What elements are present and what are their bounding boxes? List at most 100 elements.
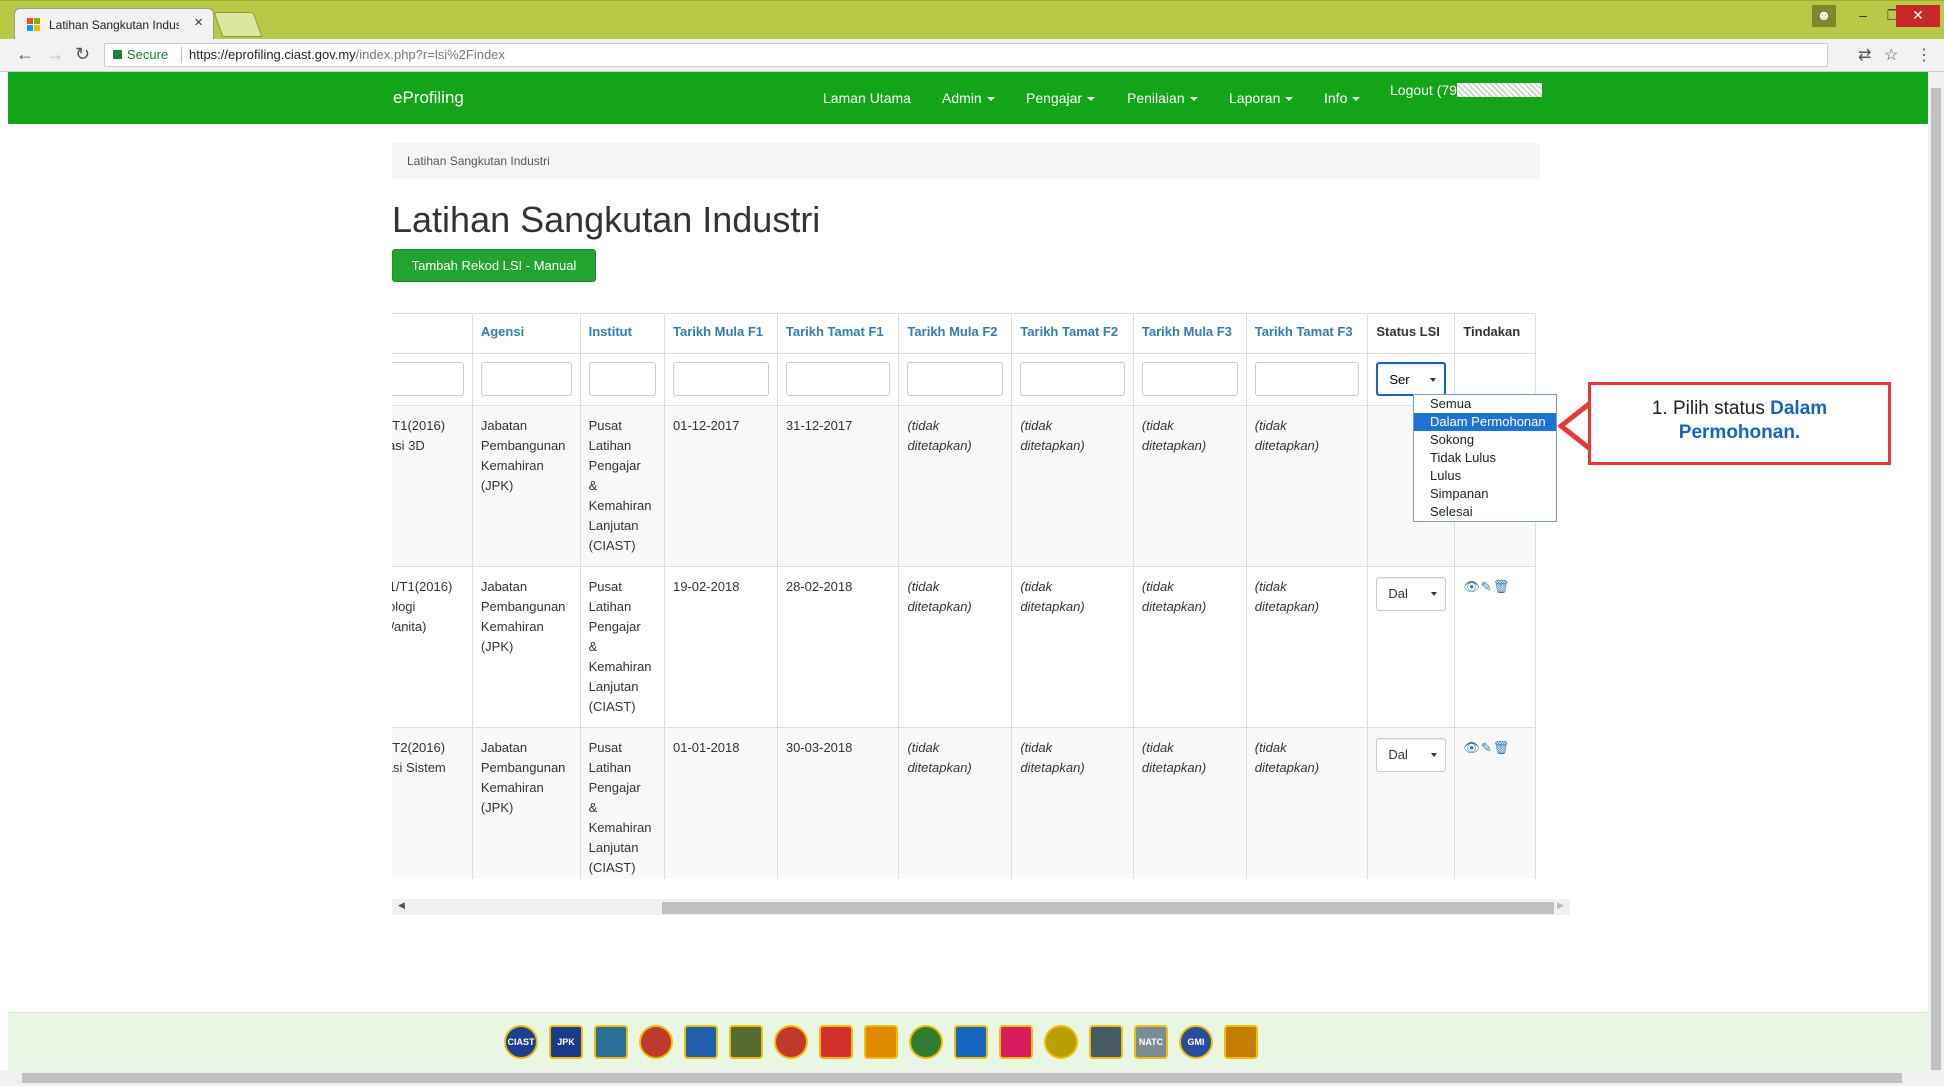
not-set-cell: (tidak ditetapkan) bbox=[1245, 405, 1369, 567]
ikbn-logo[interactable] bbox=[684, 1025, 718, 1059]
status-select[interactable]: Dal bbox=[1376, 577, 1447, 611]
nav-pengajar[interactable]: Pengajar bbox=[1026, 90, 1096, 106]
grid-horizontal-scrollbar[interactable]: ◀ ▶ bbox=[392, 899, 1570, 915]
jkr-logo[interactable] bbox=[1044, 1025, 1078, 1059]
pdrm-logo[interactable] bbox=[1089, 1025, 1123, 1059]
menu-icon[interactable]: ⋮ bbox=[1916, 45, 1932, 65]
view-icon[interactable]: 👁 bbox=[1463, 738, 1480, 758]
page-scrollbar[interactable] bbox=[1928, 72, 1944, 1078]
sirim-logo[interactable] bbox=[999, 1025, 1033, 1059]
nav-info[interactable]: Info bbox=[1324, 90, 1361, 106]
chevron-down-icon bbox=[1431, 592, 1438, 596]
filter-institut-input[interactable] bbox=[588, 362, 656, 396]
forward-icon[interactable]: → bbox=[46, 44, 64, 65]
iljtm-logo[interactable] bbox=[594, 1025, 628, 1059]
filter-mula-f2-input[interactable] bbox=[907, 362, 1004, 396]
close-window-icon[interactable]: ✕ bbox=[1896, 5, 1940, 27]
not-set-cell-line: (tidak bbox=[1141, 740, 1174, 755]
filter-agensi-input[interactable] bbox=[480, 362, 572, 396]
status-option[interactable]: Sokong bbox=[1414, 431, 1556, 449]
secure-label: Secure bbox=[127, 47, 169, 62]
back-icon[interactable]: ← bbox=[16, 44, 34, 65]
col-mula-f1-header[interactable]: Tarikh Mula F1 bbox=[663, 313, 778, 354]
col-tamat-f2-header[interactable]: Tarikh Tamat F2 bbox=[1011, 313, 1134, 354]
delete-icon[interactable]: 🗑 bbox=[1493, 577, 1510, 597]
institut-cell-line: Latihan bbox=[588, 438, 632, 453]
status-option[interactable]: Tidak Lulus bbox=[1414, 449, 1556, 467]
scroll-right-icon[interactable]: ▶ bbox=[1557, 900, 1564, 911]
nav-laman-utama[interactable]: Laman Utama bbox=[823, 90, 911, 106]
user-profile-icon[interactable]: ☻ bbox=[1812, 5, 1836, 27]
caret-down-icon bbox=[1189, 97, 1198, 102]
col-institut-header[interactable]: Institut bbox=[579, 313, 665, 354]
col-program-header[interactable]: g bbox=[392, 313, 473, 354]
footer-logos: CIAST JPK NATC GMI bbox=[8, 1012, 1928, 1070]
scroll-thumb[interactable] bbox=[662, 902, 1554, 914]
ciast-logo[interactable]: CIAST bbox=[504, 1025, 538, 1059]
lkim-logo[interactable] bbox=[819, 1025, 853, 1059]
not-set-cell-line: ditetapkan) bbox=[907, 599, 972, 614]
institut-cell-line: Pusat bbox=[588, 579, 622, 594]
translate-icon[interactable]: ⇄ bbox=[1858, 45, 1871, 65]
tekun-logo[interactable] bbox=[954, 1025, 988, 1059]
nav-laporan[interactable]: Laporan bbox=[1229, 90, 1294, 106]
filter-mula-f1-input[interactable] bbox=[672, 362, 769, 396]
nav-penilaian[interactable]: Penilaian bbox=[1127, 90, 1198, 106]
breadcrumb: Latihan Sangkutan Industri bbox=[392, 143, 1540, 179]
col-mula-f3-header[interactable]: Tarikh Mula F3 bbox=[1132, 313, 1247, 354]
status-option[interactable]: Selesai bbox=[1414, 503, 1556, 521]
filter-tamat-f1-input[interactable] bbox=[785, 362, 891, 396]
natc-logo[interactable]: NATC bbox=[1134, 1025, 1168, 1059]
status-option[interactable]: Simpanan bbox=[1414, 485, 1556, 503]
not-set-cell-line: (tidak bbox=[907, 740, 940, 755]
chevron-down-icon bbox=[1431, 753, 1438, 757]
not-set-cell: (tidak ditetapkan) bbox=[1011, 566, 1134, 728]
jpk-logo[interactable]: JPK bbox=[549, 1025, 583, 1059]
mara-logo[interactable] bbox=[909, 1025, 943, 1059]
minimize-icon[interactable]: – bbox=[1848, 5, 1878, 27]
filter-status-select[interactable]: Ser bbox=[1376, 362, 1447, 396]
not-set-cell-line: ditetapkan) bbox=[1020, 438, 1085, 453]
status-option[interactable]: Lulus bbox=[1414, 467, 1556, 485]
cidb-logo[interactable] bbox=[864, 1025, 898, 1059]
view-icon[interactable]: 👁 bbox=[1463, 577, 1480, 597]
status-option[interactable]: Semua bbox=[1414, 395, 1556, 413]
seameo-logo[interactable] bbox=[1224, 1025, 1258, 1059]
caret-down-icon bbox=[1087, 97, 1096, 102]
scroll-left-icon[interactable]: ◀ bbox=[398, 900, 405, 911]
iktbn-logo[interactable] bbox=[729, 1025, 763, 1059]
institut-cell-line: Kemahiran bbox=[588, 659, 652, 674]
reload-icon[interactable]: ↻ bbox=[75, 44, 90, 65]
status-option[interactable]: Dalam Permohonan bbox=[1414, 413, 1556, 431]
delete-icon[interactable]: 🗑 bbox=[1493, 738, 1510, 758]
edit-icon[interactable]: ✎ bbox=[1481, 577, 1492, 597]
filter-tamat-f3-input[interactable] bbox=[1254, 362, 1360, 396]
niosh-logo[interactable] bbox=[774, 1025, 808, 1059]
nav-admin[interactable]: Admin bbox=[942, 90, 995, 106]
bottom-scrollbar[interactable] bbox=[0, 1070, 1944, 1086]
add-lsi-manual-button[interactable]: Tambah Rekod LSI - Manual bbox=[392, 249, 596, 282]
col-tamat-f1-header[interactable]: Tarikh Tamat F1 bbox=[776, 313, 900, 354]
filter-mula-f3-input[interactable] bbox=[1141, 362, 1238, 396]
star-icon[interactable]: ☆ bbox=[1884, 45, 1898, 65]
url-field[interactable]: Secure https://eprofiling.ciast.gov.my/i… bbox=[104, 43, 1828, 67]
not-set-cell-line: ditetapkan) bbox=[1254, 760, 1320, 775]
brand-link[interactable]: eProfiling bbox=[393, 88, 464, 108]
status-dropdown-list[interactable]: Semua Dalam Permohonan Sokong Tidak Lulus Lu… bbox=[1413, 394, 1557, 522]
col-tamat-f3-header[interactable]: Tarikh Tamat F3 bbox=[1245, 313, 1369, 354]
browser-tab[interactable]: Latihan Sangkutan Indus × bbox=[14, 8, 214, 40]
program-cell-line: eknologi bbox=[392, 599, 416, 614]
url-text: https://eprofiling.ciast.gov.my/index.ph… bbox=[189, 47, 505, 62]
col-agensi-header[interactable]: Agensi bbox=[471, 313, 581, 354]
close-tab-icon[interactable]: × bbox=[194, 14, 203, 31]
nav-logout[interactable]: Logout (79 bbox=[1390, 82, 1542, 98]
filter-tamat-f2-input[interactable] bbox=[1020, 362, 1125, 396]
edit-icon[interactable]: ✎ bbox=[1481, 738, 1492, 758]
status-select[interactable]: Dal bbox=[1376, 738, 1447, 772]
not-set-cell: (tidak ditetapkan) bbox=[898, 727, 1013, 879]
col-mula-f2-header[interactable]: Tarikh Mula F2 bbox=[898, 313, 1013, 354]
adtec-logo[interactable] bbox=[639, 1025, 673, 1059]
new-tab-button[interactable] bbox=[213, 12, 263, 37]
filter-program-input[interactable] bbox=[392, 362, 464, 396]
gmi-logo[interactable]: GMI bbox=[1179, 1025, 1213, 1059]
